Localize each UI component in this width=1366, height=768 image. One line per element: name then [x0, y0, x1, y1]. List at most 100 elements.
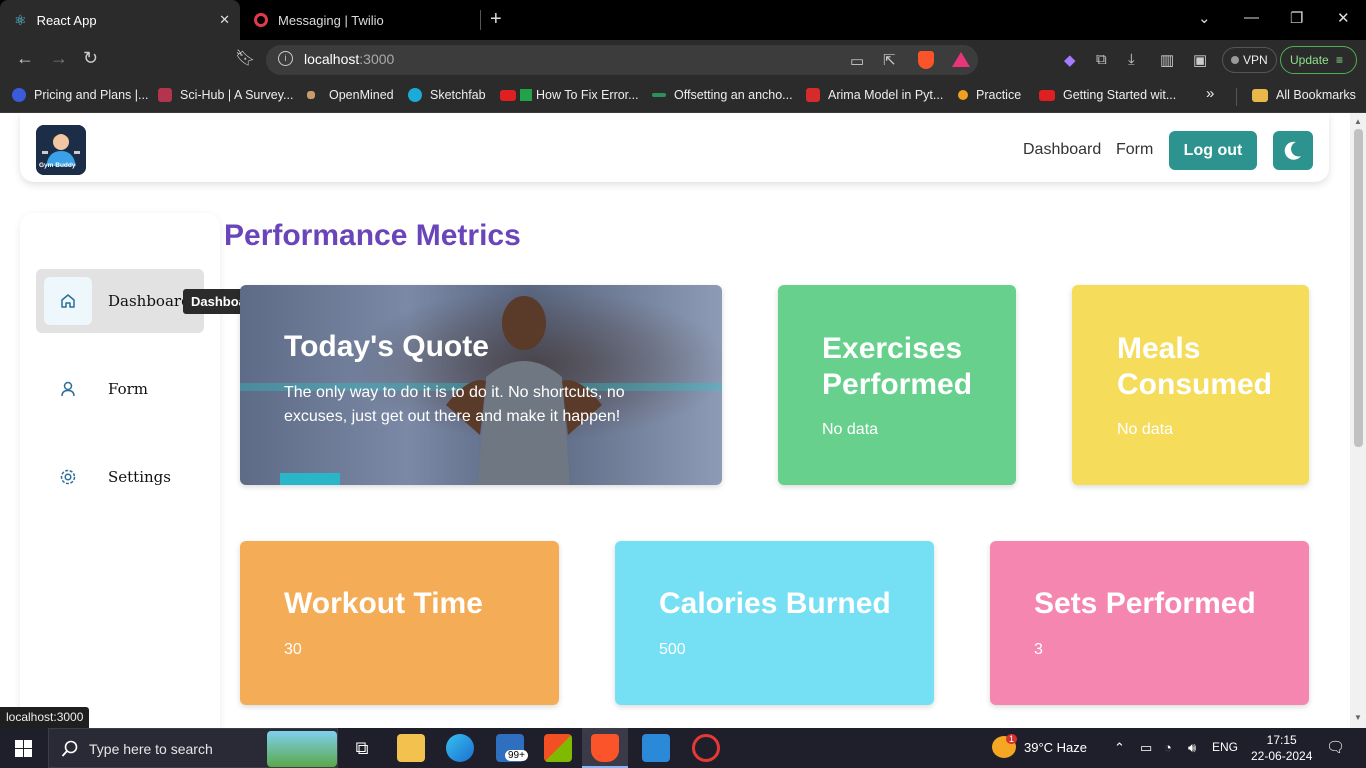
calories-card: Calories Burned 500: [615, 541, 934, 705]
scroll-up-icon[interactable]: ▲: [1354, 117, 1362, 126]
bookmark-icon[interactable]: 🔖︎: [235, 48, 255, 68]
new-tab-button[interactable]: +: [490, 8, 502, 31]
bookmark-item[interactable]: Arima Model in Pyt...: [806, 88, 943, 102]
card-value: No data: [822, 421, 879, 438]
browser-toolbar: ← → ↻ 🔖︎ i localhost:3000 ▭ ⇱ ◆ ⧉ ⤓ ▥ ▣ …: [0, 40, 1366, 80]
sidebar-item-label: Dashboard: [108, 292, 191, 310]
logo-text: Gym Buddy: [39, 162, 76, 169]
quote-title: Today's Quote: [284, 330, 489, 363]
back-button[interactable]: ←: [16, 48, 34, 69]
bookmark-favicon: [520, 89, 532, 101]
search-icon: [61, 740, 78, 757]
browser-tab-bar: ⚛ React App ✕ Messaging | Twilio + ⌄ — ❐…: [0, 0, 1366, 40]
all-bookmarks-folder[interactable]: All Bookmarks: [1252, 88, 1356, 102]
mail-icon[interactable]: 99+: [496, 734, 528, 762]
home-icon: [44, 277, 92, 325]
nav-dashboard-link[interactable]: Dashboard: [1023, 141, 1101, 159]
mail-badge: 99+: [505, 750, 528, 761]
notification-icon[interactable]: 🗨︎: [1326, 738, 1345, 756]
gym-buddy-logo[interactable]: Gym Buddy: [36, 125, 86, 175]
bookmark-item[interactable]: How To Fix Error...: [500, 88, 639, 102]
bookmark-favicon: [500, 89, 516, 101]
sidebar-item-settings[interactable]: Settings: [36, 445, 204, 509]
bookmark-item[interactable]: Sci-Hub | A Survey...: [158, 88, 293, 102]
vpn-button[interactable]: VPN: [1222, 47, 1277, 73]
share-icon[interactable]: ⇱: [883, 51, 896, 69]
battery-icon[interactable]: ▭: [1140, 740, 1152, 756]
scroll-down-icon[interactable]: ▼: [1354, 713, 1362, 722]
menu-icon: ≡: [1336, 53, 1344, 67]
page-title: Performance Metrics: [224, 219, 521, 252]
bookmark-item[interactable]: Getting Started wit...: [1039, 88, 1176, 102]
store-icon[interactable]: [544, 734, 572, 762]
sidebar-item-dashboard[interactable]: Dashboard: [36, 269, 204, 333]
wallet-icon[interactable]: ▣: [1193, 51, 1207, 69]
leo-ai-icon[interactable]: ◆: [1064, 51, 1076, 69]
meals-card: Meals Consumed No data: [1072, 285, 1309, 485]
address-bar[interactable]: i localhost:3000 ▭ ⇱: [266, 45, 978, 75]
close-window-button[interactable]: ✕: [1337, 9, 1350, 27]
extensions-icon[interactable]: ⧉: [1096, 51, 1107, 68]
gear-icon: [44, 453, 92, 501]
sidebar-item-form[interactable]: Form: [36, 357, 204, 421]
card-title: Calories Burned: [659, 587, 891, 620]
card-value: 3: [1034, 641, 1043, 658]
sidebar-toggle-icon[interactable]: ▥: [1160, 51, 1174, 69]
recorder-icon[interactable]: [692, 734, 720, 762]
volume-icon[interactable]: 🔊︎: [1188, 740, 1196, 756]
card-value: 500: [659, 641, 686, 658]
card-value: No data: [1117, 421, 1174, 438]
bookmark-item[interactable]: OpenMined: [307, 88, 394, 102]
tab-react-app[interactable]: ⚛ React App ✕: [0, 0, 240, 40]
page-scrollbar[interactable]: ▲ ▼: [1350, 113, 1366, 728]
tab-search-chevron-icon[interactable]: ⌄: [1198, 9, 1211, 27]
brave-rewards-icon[interactable]: [952, 52, 970, 67]
windows-taskbar: Type here to search ⧉ 99+ 1 39°C Haze ⌃ …: [0, 728, 1366, 768]
twilio-icon: [254, 13, 268, 27]
clock-time: 17:15: [1266, 733, 1297, 747]
site-info-icon[interactable]: i: [278, 51, 293, 66]
workout-time-card: Workout Time 30: [240, 541, 559, 705]
bookmark-item[interactable]: Sketchfab: [408, 88, 486, 102]
taskbar-search-box[interactable]: Type here to search: [48, 728, 338, 768]
download-icon[interactable]: ⤓: [1128, 51, 1135, 68]
forward-button[interactable]: →: [50, 48, 68, 69]
logout-button[interactable]: Log out: [1169, 131, 1257, 170]
bookmark-favicon: [958, 90, 968, 100]
sidebar-item-label: Settings: [108, 468, 171, 486]
weather-text[interactable]: 39°C Haze: [1024, 740, 1087, 755]
card-title: Meals Consumed: [1117, 332, 1273, 401]
bookmarks-overflow-icon[interactable]: »: [1206, 85, 1214, 102]
app-page: Gym Buddy Dashboard Form Log out Dashboa…: [0, 113, 1350, 728]
task-view-icon[interactable]: ⧉: [348, 734, 376, 762]
file-explorer-icon[interactable]: [397, 734, 425, 762]
language-indicator[interactable]: ENG: [1212, 740, 1238, 754]
address-url: localhost:3000: [304, 51, 395, 67]
dark-mode-toggle[interactable]: [1273, 131, 1313, 170]
edge-icon[interactable]: [446, 734, 474, 762]
tray-overflow-icon[interactable]: ⌃: [1114, 740, 1125, 756]
brave-shield-icon[interactable]: [918, 51, 934, 69]
close-tab-icon[interactable]: ✕: [219, 12, 230, 28]
card-title: Workout Time: [284, 587, 483, 620]
minimize-button[interactable]: —: [1244, 9, 1259, 26]
wifi-icon[interactable]: ◔: [1164, 740, 1172, 755]
vscode-icon[interactable]: [642, 734, 670, 762]
maximize-button[interactable]: ❐: [1290, 9, 1303, 27]
bookmark-favicon: [652, 93, 666, 97]
update-button[interactable]: Update ≡: [1280, 46, 1357, 74]
reload-button[interactable]: ↻: [83, 48, 98, 69]
app-header: Gym Buddy Dashboard Form Log out: [20, 113, 1329, 182]
tab-twilio[interactable]: Messaging | Twilio: [240, 0, 480, 40]
scrollbar-thumb[interactable]: [1354, 129, 1363, 447]
cast-icon[interactable]: ▭: [850, 52, 864, 70]
taskbar-brave-active[interactable]: [582, 728, 628, 768]
user-icon: [44, 365, 92, 413]
bookmark-item[interactable]: Pricing and Plans |...: [12, 88, 148, 102]
windows-start-icon[interactable]: [15, 740, 32, 757]
bookmark-item[interactable]: Offsetting an ancho...: [652, 88, 793, 102]
taskbar-clock[interactable]: 17:15 22-06-2024: [1251, 732, 1312, 764]
bookmark-item[interactable]: Practice: [958, 88, 1021, 102]
nav-form-link[interactable]: Form: [1116, 141, 1153, 159]
clock-date: 22-06-2024: [1251, 749, 1313, 763]
